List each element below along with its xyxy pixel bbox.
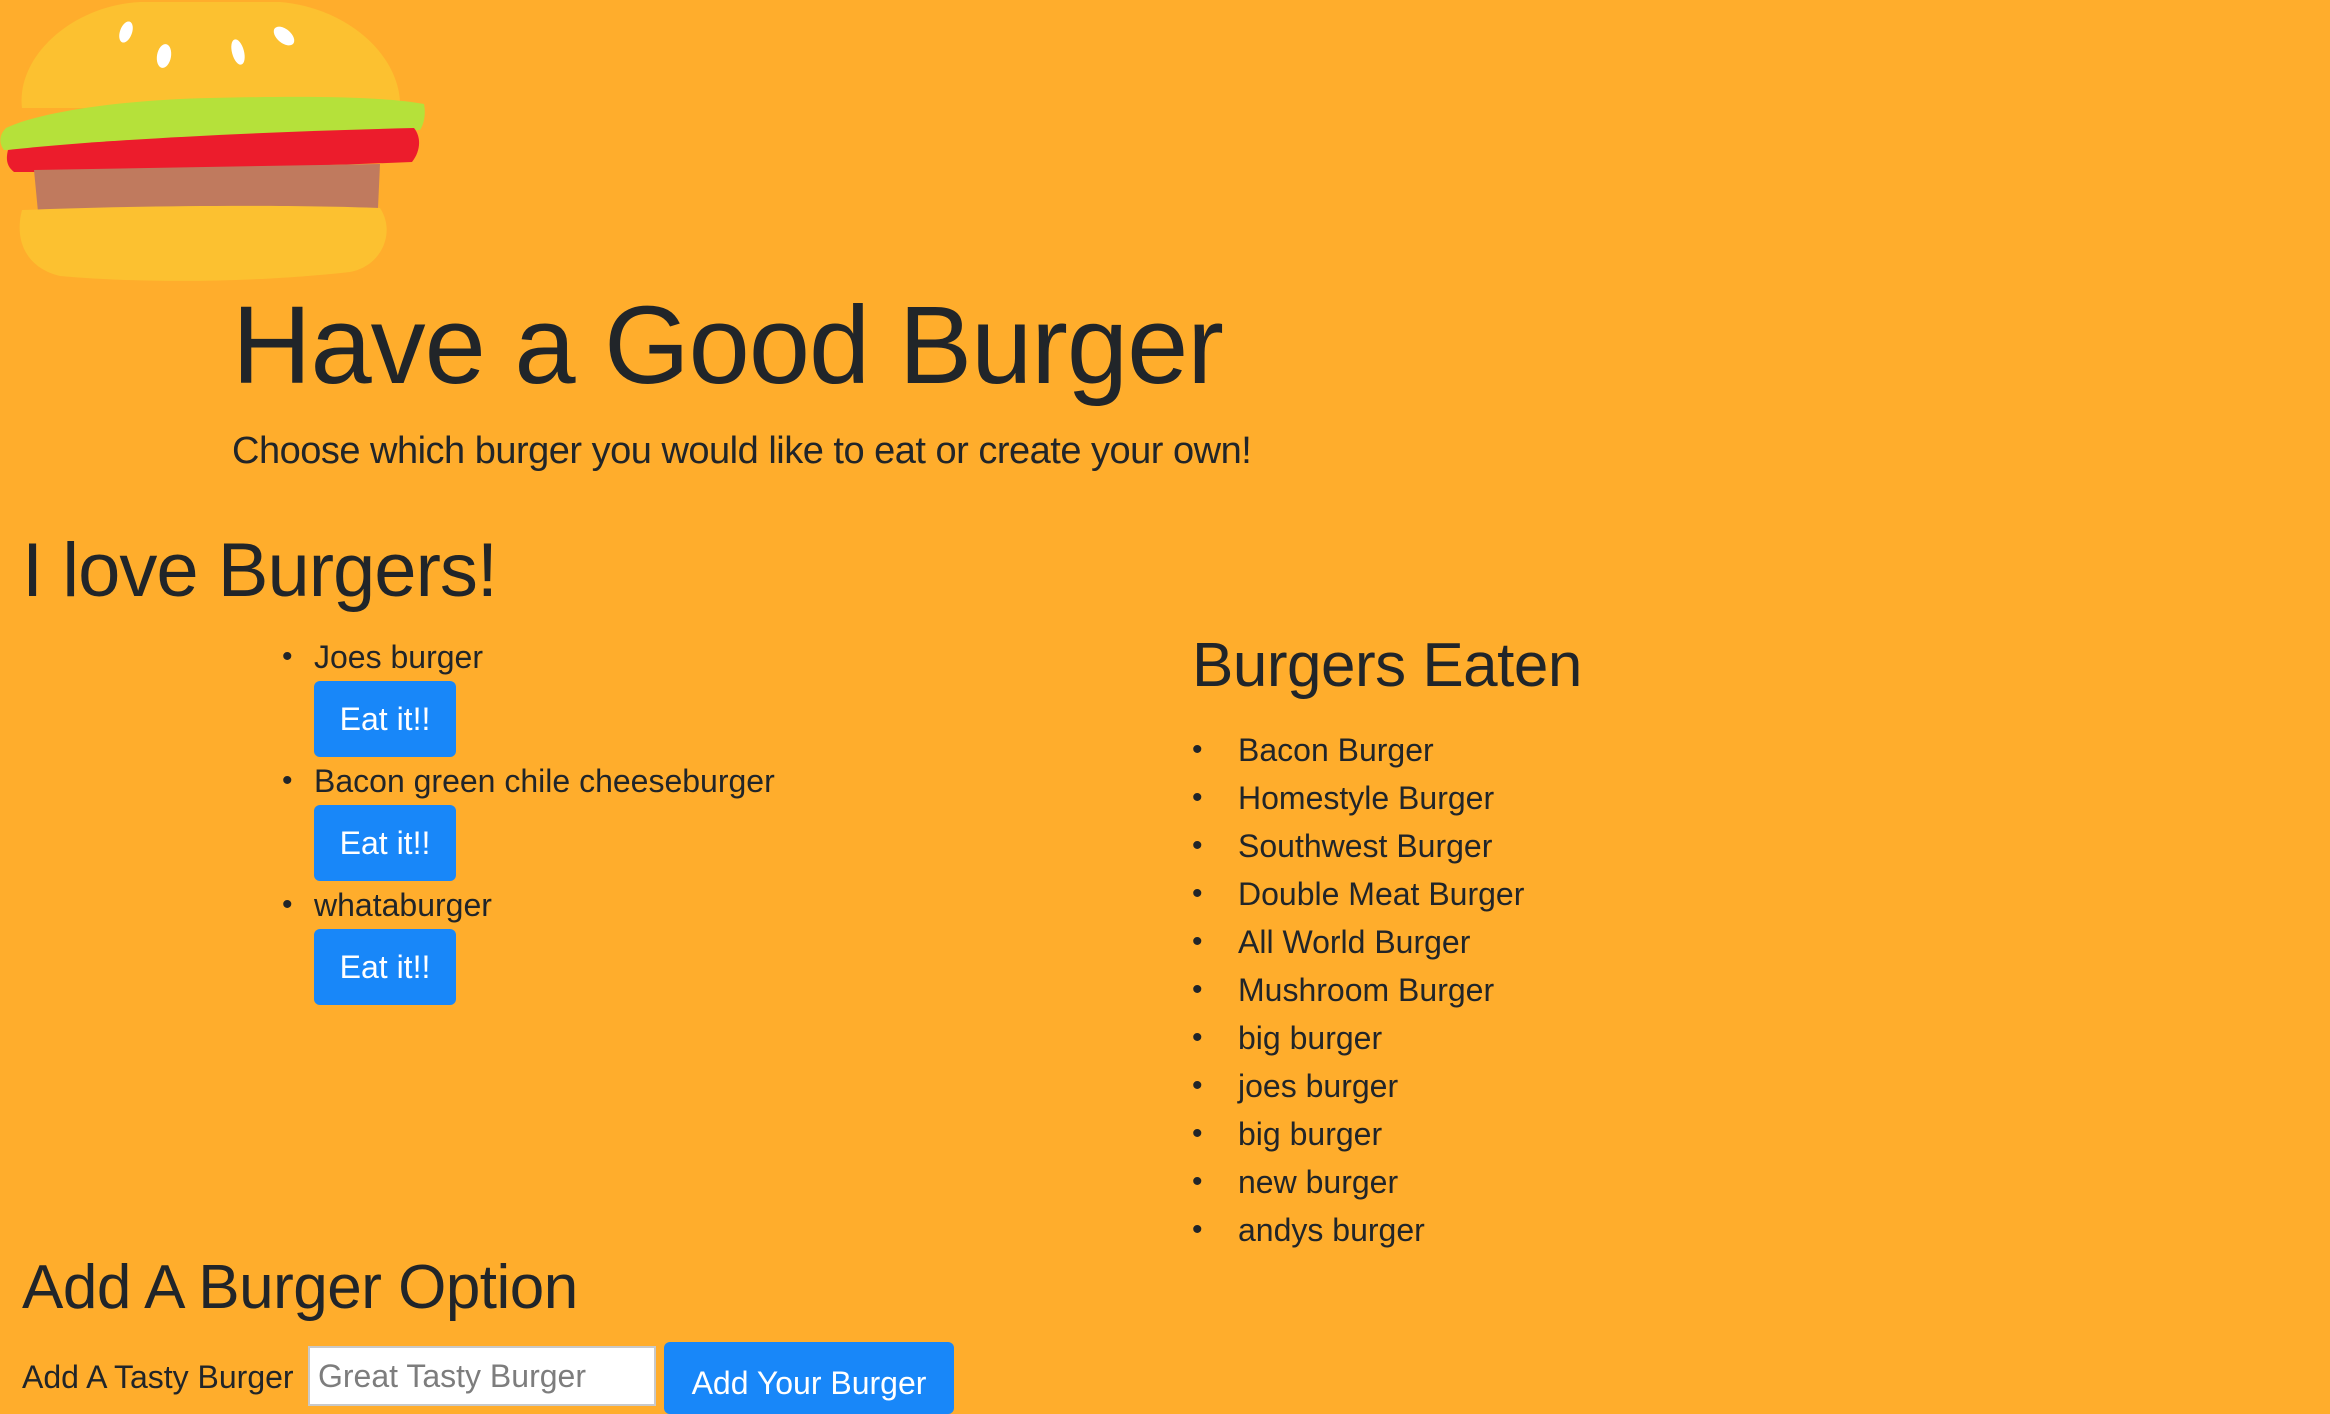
eaten-item-label: Homestyle Burger	[1238, 780, 1495, 816]
eaten-item-label: All World Burger	[1238, 924, 1471, 960]
eaten-item: • Mushroom Burger	[1192, 966, 1524, 1014]
menu-title: I love Burgers!	[22, 528, 498, 613]
bullet-icon: •	[1192, 733, 1203, 766]
bullet-icon: •	[1192, 1117, 1203, 1150]
eaten-item: • All World Burger	[1192, 918, 1524, 966]
page-title: Have a Good Burger	[232, 284, 1224, 407]
eaten-item: • Southwest Burger	[1192, 822, 1524, 870]
burger-name: Joes burger	[314, 639, 483, 675]
eaten-item-label: Double Meat Burger	[1238, 876, 1525, 912]
eaten-item: • new burger	[1192, 1158, 1524, 1206]
bullet-icon: •	[1192, 1069, 1203, 1102]
bullet-icon: •	[1192, 877, 1203, 910]
add-burger-label: Add A Tasty Burger	[22, 1359, 294, 1395]
eaten-item-label: new burger	[1238, 1164, 1399, 1200]
eaten-item-label: andys burger	[1238, 1212, 1425, 1248]
eaten-item: • big burger	[1192, 1110, 1524, 1158]
burger-name: Bacon green chile cheeseburger	[314, 763, 775, 799]
eaten-item: • Double Meat Burger	[1192, 870, 1524, 918]
burger-name-input[interactable]	[308, 1346, 656, 1406]
eaten-item-label: joes burger	[1238, 1068, 1399, 1104]
bullet-icon: •	[1192, 925, 1203, 958]
eaten-item: • big burger	[1192, 1014, 1524, 1062]
burger-logo-icon	[0, 2, 425, 281]
eaten-item: • Homestyle Burger	[1192, 774, 1524, 822]
eaten-item-label: Mushroom Burger	[1238, 972, 1495, 1008]
eat-it-button[interactable]: Eat it!!	[314, 929, 456, 1005]
bullet-icon: •	[1192, 1021, 1203, 1054]
eaten-list: • Bacon Burger • Homestyle Burger • Southwe…	[1192, 726, 1524, 1254]
eaten-item: • andys burger	[1192, 1206, 1524, 1254]
eaten-item: • Bacon Burger	[1192, 726, 1524, 774]
bullet-icon: •	[1192, 781, 1203, 814]
eaten-item-label: Bacon Burger	[1238, 732, 1434, 768]
burger-name: whataburger	[314, 887, 492, 923]
eat-it-button[interactable]: Eat it!!	[314, 805, 456, 881]
bullet-icon: •	[1192, 829, 1203, 862]
add-burger-title: Add A Burger Option	[22, 1253, 578, 1322]
add-burger-button[interactable]: Add Your Burger	[664, 1342, 954, 1414]
eat-it-button[interactable]: Eat it!!	[314, 681, 456, 757]
eaten-item: • joes burger	[1192, 1062, 1524, 1110]
bullet-icon: •	[282, 888, 293, 921]
page-lead: Choose which burger you would like to ea…	[232, 430, 1252, 472]
eaten-title: Burgers Eaten	[1192, 631, 1582, 700]
eaten-item-label: Southwest Burger	[1238, 828, 1493, 864]
bullet-icon: •	[1192, 973, 1203, 1006]
bullet-icon: •	[1192, 1213, 1203, 1246]
bullet-icon: •	[282, 640, 293, 673]
eaten-item-label: big burger	[1238, 1116, 1383, 1152]
eaten-item-label: big burger	[1238, 1020, 1383, 1056]
bullet-icon: •	[282, 764, 293, 797]
bullet-icon: •	[1192, 1165, 1203, 1198]
